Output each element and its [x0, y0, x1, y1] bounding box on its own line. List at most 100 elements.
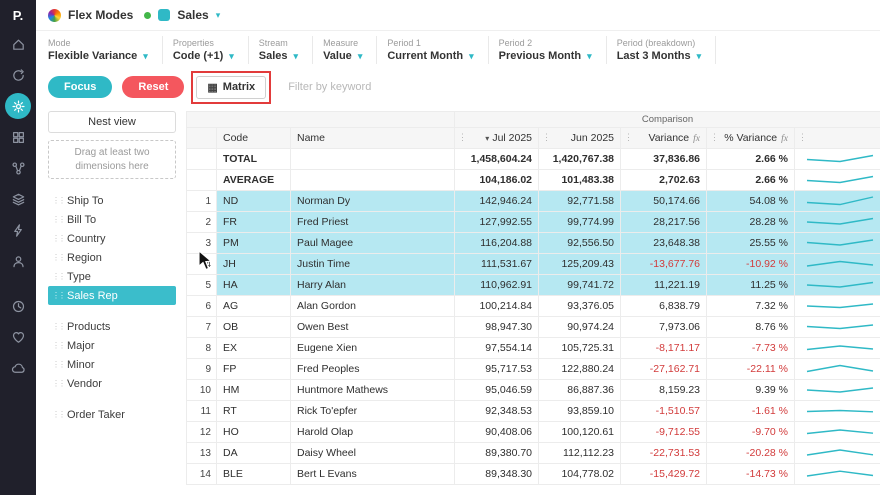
row-number-cell[interactable]: 3: [186, 232, 217, 254]
toolbar-control-period-2[interactable]: Period 2 Previous Month ▾: [489, 36, 607, 64]
toolbar-control-period-breakdown[interactable]: Period (breakdown) Last 3 Months ▾: [607, 36, 717, 64]
row-number-cell[interactable]: 2: [186, 211, 217, 233]
filter-input[interactable]: [286, 80, 531, 94]
column-header-jun-2025[interactable]: ⋮ Jun 2025: [538, 127, 622, 149]
table-row[interactable]: 14 BLE Bert L Evans 89,348.30 104,778.02-…: [186, 463, 880, 485]
reset-button[interactable]: Reset: [122, 76, 185, 98]
toolbar-control-label: Period 2: [498, 38, 533, 48]
nest-item-type[interactable]: ⋮⋮ Type: [48, 267, 176, 286]
toolbar-control-measure[interactable]: Measure Value ▾: [313, 36, 378, 64]
table-row[interactable]: 1 ND Norman Dy 142,946.24 92,771.58 50,174…: [186, 190, 880, 212]
nest-item-sales-rep[interactable]: ⋮⋮ Sales Rep: [48, 286, 176, 305]
sparkline-cell: [794, 190, 880, 212]
nest-group: ⋮⋮ Products ⋮⋮ Major ⋮⋮ Minor ⋮⋮ Vendor: [48, 317, 176, 393]
chevron-down-icon: ▾: [229, 50, 234, 61]
column-header-variance[interactable]: ⋮ Variance fx: [620, 127, 708, 149]
table-row[interactable]: 11 RT Rick To'epfer 92,348.53 93,859.10 -1…: [186, 400, 880, 422]
layers-icon[interactable]: [5, 186, 31, 212]
column-header-jul-2025[interactable]: ⋮ ▾ Jul 2025: [454, 127, 540, 149]
chevron-down-icon: ▾: [469, 50, 474, 61]
row-number-cell[interactable]: 5: [186, 274, 217, 296]
row-number-cell[interactable]: 10: [186, 379, 217, 401]
code-cell: FP: [216, 358, 291, 380]
row-number-cell[interactable]: 13: [186, 442, 217, 464]
row-number-cell[interactable]: 14: [186, 463, 217, 485]
row-number-cell[interactable]: 6: [186, 295, 217, 317]
column-menu-icon[interactable]: ⋮: [710, 132, 719, 143]
focus-button[interactable]: Focus: [48, 76, 113, 98]
history-icon[interactable]: [5, 293, 31, 319]
row-number-cell[interactable]: 1: [186, 190, 217, 212]
column-header-sparkline[interactable]: ⋮: [794, 127, 880, 149]
jun-value-cell: 92,771.58: [538, 190, 622, 212]
dimension-drop-zone[interactable]: Drag at least two dimensions here: [48, 140, 176, 179]
toolbar-control-mode[interactable]: Mode Flexible Variance ▾: [48, 36, 163, 64]
nest-item-bill-to[interactable]: ⋮⋮ Bill To: [48, 210, 176, 229]
table-row[interactable]: 9 FP Fred Peoples 95,717.53 122,880.24 -27…: [186, 358, 880, 380]
column-header-code[interactable]: Code: [216, 127, 291, 149]
row-number-cell[interactable]: 7: [186, 316, 217, 338]
summary-row-total[interactable]: TOTAL 1,458,604.24 1,420,767.38 37,836.86 2…: [186, 148, 880, 170]
nest-item-country[interactable]: ⋮⋮ Country: [48, 229, 176, 248]
nest-item-region[interactable]: ⋮⋮ Region: [48, 248, 176, 267]
nest-item-label: Major: [67, 339, 95, 352]
table-row[interactable]: 6 AG Alan Gordon 100,214.84 93,376.05 6,83…: [186, 295, 880, 317]
table-row[interactable]: 8 EX Eugene Xien 97,554.14 105,725.31 -8,1…: [186, 337, 880, 359]
nest-item-vendor[interactable]: ⋮⋮ Vendor: [48, 374, 176, 393]
row-number-cell[interactable]: 12: [186, 421, 217, 443]
table-row[interactable]: 10 HM Huntmore Mathews 95,046.59 86,887.3…: [186, 379, 880, 401]
grid-icon[interactable]: [5, 124, 31, 150]
tools-icon[interactable]: [5, 93, 31, 119]
chevron-down-icon[interactable]: ▾: [216, 10, 221, 21]
column-header-name[interactable]: Name: [289, 127, 456, 149]
database-selector[interactable]: Sales: [177, 8, 208, 22]
fx-icon[interactable]: fx: [781, 134, 788, 144]
heart-icon[interactable]: [5, 324, 31, 350]
row-number-cell[interactable]: 9: [186, 358, 217, 380]
column-header-pct-variance[interactable]: ⋮% Variance fx: [706, 127, 796, 149]
summary-row-average[interactable]: AVERAGE 104,186.02 101,483.38 2,702.63 2.66…: [186, 169, 880, 191]
toolbar-control-stream[interactable]: Stream Sales ▾: [249, 36, 314, 64]
nest-item-ship-to[interactable]: ⋮⋮ Ship To: [48, 191, 176, 210]
toolbar-control-period-1[interactable]: Period 1 Current Month ▾: [377, 36, 489, 64]
jul-value-cell: 95,046.59: [454, 379, 540, 401]
app-logo[interactable]: P.: [13, 0, 24, 31]
drag-handle-icon: ⋮⋮: [52, 253, 66, 262]
connections-icon[interactable]: [5, 155, 31, 181]
fx-icon[interactable]: fx: [693, 134, 700, 144]
bolt-icon[interactable]: [5, 217, 31, 243]
table-row[interactable]: 13 DA Daisy Wheel 89,380.70 112,112.23 -22…: [186, 442, 880, 464]
nest-item-order-taker[interactable]: ⋮⋮ Order Taker: [48, 405, 176, 424]
table-row[interactable]: 4 JH Justin Time 111,531.67 125,209.43 -13…: [186, 253, 880, 275]
table-row[interactable]: 2 FR Fred Priest 127,992.55 99,774.99 28,2…: [186, 211, 880, 233]
table-row[interactable]: 7 OB Owen Best 98,947.30 90,974.24 7,973.0…: [186, 316, 880, 338]
chevron-down-icon: ▾: [696, 50, 702, 61]
home-icon[interactable]: [5, 31, 31, 57]
sparkline: [806, 429, 874, 435]
nest-item-products[interactable]: ⋮⋮ Products: [48, 317, 176, 336]
variance-cell: 6,838.79: [620, 295, 708, 317]
cloud-icon[interactable]: [5, 355, 31, 381]
pct-variance-cell: 8.76 %: [706, 316, 796, 338]
jul-value-cell: 111,531.67: [454, 253, 540, 275]
column-menu-icon[interactable]: ⋮: [624, 132, 633, 143]
refresh-icon[interactable]: [5, 62, 31, 88]
row-number-cell[interactable]: 4: [186, 253, 217, 275]
column-menu-icon[interactable]: ⋮: [458, 132, 467, 143]
nest-item-minor[interactable]: ⋮⋮ Minor: [48, 355, 176, 374]
code-cell: HA: [216, 274, 291, 296]
table-row[interactable]: 5 HA Harry Alan 110,962.91 99,741.72 11,22…: [186, 274, 880, 296]
name-cell: Alan Gordon: [289, 295, 456, 317]
column-menu-icon[interactable]: ⋮: [798, 132, 807, 143]
row-number-cell[interactable]: 11: [186, 400, 217, 422]
row-number-cell[interactable]: 8: [186, 337, 217, 359]
table-row[interactable]: 12 HO Harold Olap 90,408.06 100,120.61 -9,…: [186, 421, 880, 443]
users-icon[interactable]: [5, 248, 31, 274]
table-row[interactable]: 3 PM Paul Magee 116,204.88 92,556.50 23,64…: [186, 232, 880, 254]
matrix-button[interactable]: ▦ Matrix: [196, 75, 267, 99]
variance-cell: -13,677.76: [620, 253, 708, 275]
actions-row: Focus Reset ▦ Matrix: [36, 69, 880, 105]
nest-item-major[interactable]: ⋮⋮ Major: [48, 336, 176, 355]
column-menu-icon[interactable]: ⋮: [542, 132, 551, 143]
toolbar-control-properties[interactable]: Properties Code (+1) ▾: [163, 36, 249, 64]
